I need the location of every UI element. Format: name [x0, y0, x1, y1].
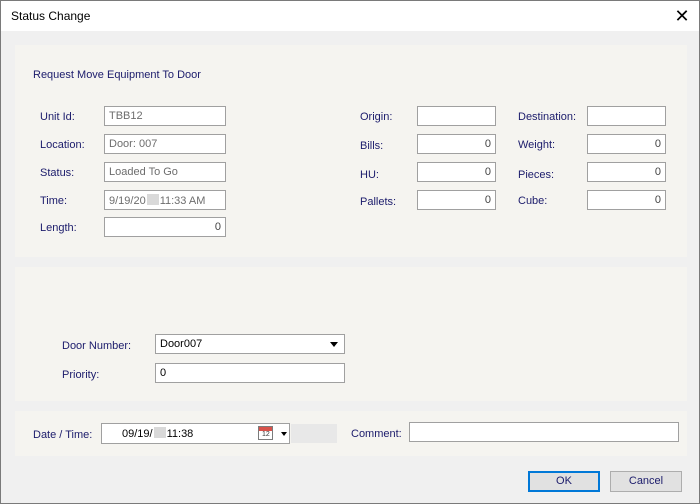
date-time-picker[interactable]: 09/19/11:38 12	[101, 423, 290, 444]
time-label: Time:	[40, 195, 68, 207]
redaction-mask	[153, 427, 166, 438]
cube-field[interactable]: 0	[587, 190, 666, 210]
destination-label: Destination:	[518, 111, 577, 123]
chevron-down-icon[interactable]	[281, 432, 287, 436]
length-field[interactable]: 0	[104, 217, 226, 237]
pallets-label: Pallets:	[360, 196, 397, 208]
weight-field[interactable]: 0	[587, 134, 666, 154]
time-text: 11:38	[166, 428, 194, 440]
bills-label: Bills:	[360, 140, 384, 152]
door-number-value: Door007	[160, 338, 203, 350]
comment-field[interactable]	[409, 422, 679, 442]
door-number-label: Door Number:	[62, 340, 132, 352]
date-time-label: Date / Time:	[33, 429, 93, 441]
picker-spacer	[291, 424, 337, 443]
priority-label: Priority:	[62, 369, 100, 381]
priority-field[interactable]: 0	[155, 363, 345, 383]
time-date-text: 9/19/20	[109, 195, 146, 207]
chevron-down-icon[interactable]	[330, 342, 338, 347]
date-comment-panel: Date / Time: 09/19/11:38 12 Comment:	[15, 411, 687, 456]
time-field[interactable]: 9/19/20 11:33 AM	[104, 190, 226, 210]
status-field[interactable]: Loaded To Go	[104, 162, 226, 182]
location-label: Location:	[40, 139, 85, 151]
door-assignment-panel: Door Number: Door007 Priority: 0	[15, 267, 687, 401]
status-change-dialog: Status Change ✕ Request Move Equipment T…	[0, 0, 700, 504]
length-label: Length:	[40, 222, 77, 234]
ok-button[interactable]: OK	[528, 471, 600, 492]
equipment-info-panel: Request Move Equipment To Door Unit Id: …	[15, 45, 687, 257]
origin-field[interactable]	[417, 106, 496, 126]
cancel-button[interactable]: Cancel	[610, 471, 682, 492]
bills-field[interactable]: 0	[417, 134, 496, 154]
hu-field[interactable]: 0	[417, 162, 496, 182]
door-number-select[interactable]: Door007	[155, 334, 345, 354]
unit-id-label: Unit Id:	[40, 111, 75, 123]
origin-label: Origin:	[360, 111, 393, 123]
request-heading: Request Move Equipment To Door	[33, 69, 201, 81]
date-text: 09/19/	[122, 428, 153, 440]
redaction-mask	[146, 194, 159, 205]
destination-field[interactable]	[587, 106, 666, 126]
window-title: Status Change	[11, 9, 91, 23]
comment-label: Comment:	[351, 428, 402, 440]
pieces-label: Pieces:	[518, 169, 555, 181]
pieces-field[interactable]: 0	[587, 162, 666, 182]
calendar-icon[interactable]: 12	[258, 426, 273, 440]
pallets-field[interactable]: 0	[417, 190, 496, 210]
location-field[interactable]: Door: 007	[104, 134, 226, 154]
close-icon[interactable]: ✕	[669, 3, 695, 29]
time-clock-text: 11:33 AM	[159, 195, 206, 207]
cube-label: Cube:	[518, 195, 548, 207]
status-label: Status:	[40, 167, 75, 179]
hu-label: HU:	[360, 169, 379, 181]
unit-id-field[interactable]: TBB12	[104, 106, 226, 126]
title-bar: Status Change ✕	[1, 1, 699, 31]
weight-label: Weight:	[518, 139, 556, 151]
